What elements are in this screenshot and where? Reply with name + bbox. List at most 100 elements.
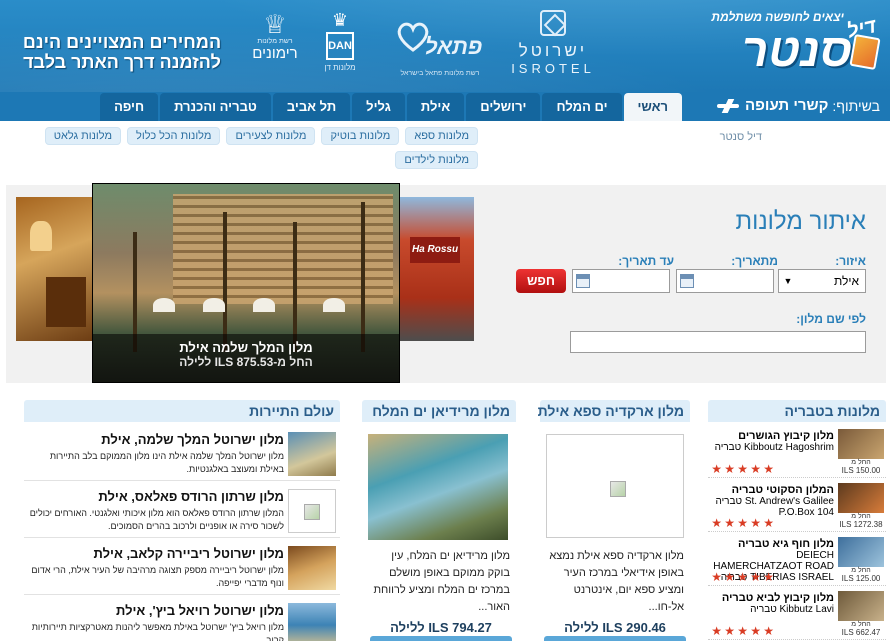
hotel-name-input[interactable] [570, 331, 866, 353]
calendar-icon[interactable] [576, 274, 590, 288]
dan-logo[interactable]: ♛ DAN מלונות דן [318, 10, 362, 72]
hotel-image[interactable] [546, 434, 684, 538]
nav-tab-home[interactable]: ראשי [623, 93, 682, 121]
list-item[interactable]: מלון ישרוטל המלך שלמה, אילת מלון ישרוטל … [24, 424, 340, 481]
list-item[interactable]: מלון ישרוטל ריביירה קלאב, אילת מלון ישרו… [24, 538, 340, 595]
hotel-name[interactable]: מלון קיבוץ לביא טבריה [722, 592, 834, 604]
list-item[interactable]: מלון שרתון הרודס פאלאס, אילת המלון שרתון… [24, 481, 340, 538]
article-title[interactable]: מלון ישרוטל ריביירה קלאב, אילת [94, 546, 284, 561]
hotel-thumbnail[interactable]: החל מ ILS 662.47 [838, 591, 884, 637]
hotel-sign: Ha Rossu [410, 237, 460, 263]
price: ILS 1272.38 [839, 520, 883, 529]
meridian-heading[interactable]: מלון מרידיאן ים המלח [362, 400, 516, 422]
article-thumbnail[interactable] [288, 603, 336, 641]
logo-tagline: יצאים לחופשה משתלמת [711, 10, 844, 24]
nav-tab-galilee[interactable]: גליל [352, 93, 405, 121]
lamp-shape [30, 221, 52, 251]
thumbnail-image [838, 537, 884, 567]
gallery-image-right[interactable]: Ha Rossu [400, 197, 474, 341]
list-item[interactable]: מלון ישרוטל רויאל ביץ', אילת מלון רויאל … [24, 595, 340, 641]
article-title[interactable]: מלון ישרוטל המלך שלמה, אילת [101, 432, 284, 447]
star-icon: ★ [737, 516, 748, 530]
price-prefix: החל מ [851, 459, 871, 466]
hotel-image[interactable] [368, 434, 508, 540]
gallery-caption-title: מלון המלך שלמה אילת [179, 340, 313, 355]
article-title[interactable]: מלון שרתון הרודס פאלאס, אילת [98, 489, 284, 504]
link-kids-hotels[interactable]: מלונות לילדים [395, 151, 478, 169]
list-item[interactable]: החל מ ILS 662.47 מלון קיבוץ לביא טבריה K… [708, 586, 886, 640]
promo-line-2: להזמנה דרך האתר בלבד [23, 52, 221, 72]
meridian-hotel-card: מלון מרידיאן ים המלח, עין בוקק ממוקם באו… [362, 424, 516, 641]
umbrella-shape [203, 298, 225, 312]
hotel-thumbnail[interactable]: החל מ ILS 1272.38 [838, 483, 884, 529]
umbrella-shape [253, 298, 275, 312]
article-thumbnail[interactable] [288, 546, 336, 590]
nav-tab-jerusalem[interactable]: ירושלים [466, 93, 541, 121]
price-bar [544, 636, 686, 641]
palm-shape [223, 212, 227, 352]
calendar-icon[interactable] [680, 274, 694, 288]
to-date-label: עד תאריך: [618, 254, 674, 268]
partner-credit[interactable]: בשיתוף: קשרי תעופה [717, 92, 880, 120]
star-icon: ★ [737, 570, 748, 584]
star-icon: ★ [763, 570, 774, 584]
region-select-value: אילת [833, 274, 859, 288]
hotel-address: St. Andrew's Galilee טבריה P.O.Box 104 [715, 496, 834, 518]
list-item[interactable]: החל מ ILS 1272.38 המלון הסקוטי טבריה St.… [708, 478, 886, 532]
tiberias-hotel-list: החל מ ILS 150.00 מלון קיבוץ הגושרים Kibb… [708, 424, 886, 641]
hotel-price[interactable]: ILS 290.46 ללילה [544, 620, 686, 635]
hotel-name[interactable]: מלון חוף גיא טבריה [738, 538, 834, 550]
logo-title: סנטר [741, 24, 852, 76]
breadcrumb[interactable]: דיל סנטר [720, 131, 762, 143]
hotel-price[interactable]: ILS 794.27 ללילה [370, 620, 512, 635]
dan-subtitle: מלונות דן [324, 63, 356, 72]
price-value: ILS 290.46 [602, 620, 666, 635]
hotel-name[interactable]: המלון הסקוטי טבריה [732, 484, 834, 496]
partner-prefix: בשיתוף: [832, 98, 880, 114]
star-icon: ★ [711, 462, 722, 476]
link-all-inclusive-hotels[interactable]: מלונות הכל כלול [127, 127, 221, 145]
hotel-name[interactable]: מלון קיבוץ הגושרים [738, 430, 834, 442]
rimonim-logo[interactable]: ♕ רשת מלונות רימונים [240, 10, 310, 62]
nav-tab-haifa[interactable]: חיפה [100, 93, 159, 121]
hotel-thumbnail[interactable]: החל מ ILS 150.00 [838, 429, 884, 475]
link-spa-hotels[interactable]: מלונות ספא [405, 127, 478, 145]
search-button[interactable]: חפש [516, 269, 566, 293]
article-summary: המלון שרתון הרודס פאלאס הוא מלון איכותי … [29, 508, 284, 531]
from-date-input[interactable] [676, 269, 774, 293]
isrotel-logo[interactable]: ישרוטל ISROTEL [505, 10, 601, 76]
article-thumbnail[interactable] [288, 432, 336, 476]
partner-name: קשרי תעופה [745, 97, 829, 114]
link-glatt-hotels[interactable]: מלונות גלאט [44, 127, 122, 145]
nav-tab-dead-sea[interactable]: ים המלח [542, 93, 622, 121]
rating-stars: ★ ★ ★ ★ ★ [710, 463, 774, 475]
promo-banner: המחירים המצויינים הינם להזמנה דרך האתר ב… [22, 32, 222, 72]
chevron-down-icon: ▼ [783, 276, 793, 286]
dealcenter-logo[interactable]: יצאים לחופשה משתלמת סנטר דיל [682, 6, 882, 92]
dan-box: DAN [326, 32, 354, 60]
gallery-caption[interactable]: מלון המלך שלמה אילת החל מ-ILS 875.53 ללי… [93, 334, 399, 382]
isrotel-heb-text: ישרוטל [518, 41, 588, 60]
link-youth-hotels[interactable]: מלונות לצעירים [226, 127, 316, 145]
nav-tab-tel-aviv[interactable]: תל אביב [272, 93, 351, 121]
article-thumbnail[interactable] [288, 489, 336, 533]
to-date-input[interactable] [572, 269, 670, 293]
site-header: יצאים לחופשה משתלמת סנטר דיל ישרוטל ISRO… [0, 0, 890, 92]
star-icon: ★ [724, 516, 735, 530]
list-item[interactable]: החל מ ILS 125.00 מלון חוף גיא טבריה DEIE… [708, 532, 886, 586]
link-boutique-hotels[interactable]: מלונות בוטיק [321, 127, 400, 145]
arkadia-heading[interactable]: מלון ארקדיה ספא אילת [538, 400, 690, 422]
price: ILS 125.00 [841, 574, 881, 583]
gallery-main-image[interactable]: מלון המלך שלמה אילת החל מ-ILS 875.53 ללי… [92, 183, 400, 383]
star-icon: ★ [724, 624, 735, 638]
star-icon: ★ [737, 624, 748, 638]
region-select[interactable]: אילת ▼ [778, 269, 866, 293]
article-title[interactable]: מלון ישרוטל רויאל ביץ', אילת [116, 603, 284, 618]
nav-tab-tiberias[interactable]: טבריה והכנרת [160, 93, 271, 121]
hotel-thumbnail[interactable]: החל מ ILS 125.00 [838, 537, 884, 583]
nav-tab-eilat[interactable]: אילת [406, 93, 465, 121]
gallery-image-left[interactable] [16, 197, 96, 341]
list-item[interactable]: החל מ ILS 150.00 מלון קיבוץ הגושרים Kibb… [708, 424, 886, 478]
star-icon: ★ [750, 624, 761, 638]
from-date-label: מתאריך: [731, 254, 778, 268]
